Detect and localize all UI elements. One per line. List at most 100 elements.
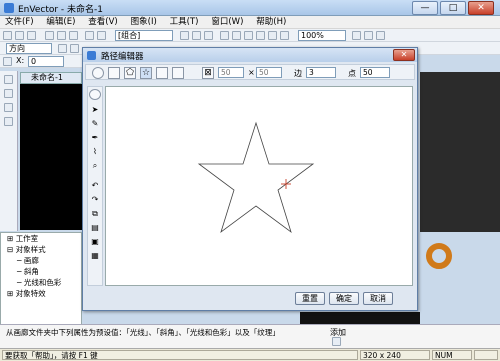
save-icon[interactable] xyxy=(27,31,36,40)
width-input[interactable]: 50 xyxy=(218,67,244,78)
tree-item[interactable]: ⊟ 对象样式 xyxy=(1,244,81,255)
dialog-close-button[interactable]: ✕ xyxy=(393,49,415,61)
menu-view[interactable]: 查看(V) xyxy=(83,16,122,29)
x-input[interactable]: 0 xyxy=(28,56,64,67)
menu-edit[interactable]: 编辑(E) xyxy=(41,16,80,29)
tree-item[interactable]: ⊞ 对象特效 xyxy=(1,288,81,299)
status-num: NUM xyxy=(432,350,472,360)
path-tool-icon[interactable] xyxy=(4,103,13,112)
point-input[interactable]: 50 xyxy=(360,67,390,78)
layer-up-icon[interactable] xyxy=(244,31,253,40)
ok-button[interactable]: 确定 xyxy=(329,292,359,305)
size-lock-icon[interactable]: ⊠ xyxy=(202,67,214,79)
minimize-button[interactable]: — xyxy=(412,1,438,15)
redo-icon[interactable] xyxy=(97,31,106,40)
status-size: 320 x 240 xyxy=(360,350,430,360)
grid-shape-icon[interactable] xyxy=(156,67,168,79)
open-tool-icon[interactable]: ▦ xyxy=(89,249,101,260)
tree-item[interactable]: ─ 光线和色彩 xyxy=(1,277,81,288)
print-icon[interactable] xyxy=(220,31,229,40)
shape-toolbar: ⬠ ☆ ⊠ 50 × 50 边 3 点 50 xyxy=(85,64,415,80)
tree-item[interactable]: ─ 画廊 xyxy=(1,255,81,266)
donut-thumbnail[interactable] xyxy=(426,240,452,276)
ellipse-shape-icon[interactable] xyxy=(92,67,104,79)
reset-button[interactable]: 重置 xyxy=(295,292,325,305)
zoom-in-icon[interactable] xyxy=(280,31,289,40)
path-canvas[interactable] xyxy=(105,86,413,286)
zoom-combo[interactable]: 100% xyxy=(298,30,346,41)
pen-tool-icon[interactable]: ✒ xyxy=(89,131,101,142)
close-button[interactable]: ✕ xyxy=(468,1,494,15)
pointer-tool-icon[interactable]: ➤ xyxy=(89,103,101,114)
status-bar: 要获取「帮助」，请按 F1 键 320 x 240 NUM xyxy=(0,348,500,361)
node-tool-icon[interactable]: ✎ xyxy=(89,117,101,128)
main-toolbar: [组合] 100% xyxy=(0,29,500,42)
dialog-icon xyxy=(87,51,96,60)
direction-combo[interactable]: 方向 xyxy=(6,43,52,54)
cut-icon[interactable] xyxy=(45,31,54,40)
x-label: X: xyxy=(16,56,25,65)
status-help: 要获取「帮助」，请按 F1 键 xyxy=(2,350,358,360)
redo-tool-icon[interactable]: ↷ xyxy=(89,193,101,204)
grid-icon[interactable] xyxy=(268,31,277,40)
paste-tool-icon[interactable]: ▤ xyxy=(89,221,101,232)
transform-icon[interactable] xyxy=(180,31,189,40)
polygon-shape-icon[interactable]: ⬠ xyxy=(124,67,136,79)
add-icon[interactable] xyxy=(332,337,341,346)
lock-icon[interactable] xyxy=(3,57,12,66)
rectangle-shape-icon[interactable] xyxy=(108,67,120,79)
left-tool-strip xyxy=(0,71,18,231)
window-title: EnVector - 未命名-1 xyxy=(18,5,104,15)
zoom-tool-icon[interactable] xyxy=(352,31,361,40)
status-blank xyxy=(474,350,498,360)
paste-icon[interactable] xyxy=(69,31,78,40)
open-icon[interactable] xyxy=(15,31,24,40)
ellipse-tool-icon[interactable] xyxy=(89,89,101,100)
info-text: 从画廊文件夹中下列属性为预设值：「光线」、「斜角」、「光线和色彩」以及「纹理」 xyxy=(6,328,280,337)
app-icon xyxy=(4,3,14,13)
cancel-button[interactable]: 取消 xyxy=(363,292,393,305)
layer-icon[interactable] xyxy=(232,31,241,40)
document-tab[interactable]: 未命名-1 xyxy=(20,72,82,84)
workspace-right xyxy=(420,72,500,269)
bezier-tool-icon[interactable]: ⌇ xyxy=(89,145,101,156)
dialog-title-bar: 路径编辑器 ✕ xyxy=(83,48,417,62)
image-tool-icon[interactable] xyxy=(4,89,13,98)
maximize-button[interactable]: □ xyxy=(440,1,466,15)
info-bar: 从画廊文件夹中下列属性为预设值：「光线」、「斜角」、「光线和色彩」以及「纹理」 … xyxy=(0,324,500,348)
menu-tools[interactable]: 工具(T) xyxy=(165,16,204,29)
zoom-out-icon[interactable] xyxy=(364,31,373,40)
menu-image[interactable]: 图象(I) xyxy=(126,16,162,29)
hand-icon[interactable] xyxy=(192,31,201,40)
layer-down-icon[interactable] xyxy=(256,31,265,40)
rotate-icon[interactable] xyxy=(70,44,79,53)
tree-item[interactable]: ⊞ 工作室 xyxy=(1,233,81,244)
star-drawing[interactable] xyxy=(106,87,412,285)
document-canvas[interactable] xyxy=(20,72,82,230)
undo-icon[interactable] xyxy=(85,31,94,40)
tree-item[interactable]: ─ 斜角 xyxy=(1,266,81,277)
frame-shape-icon[interactable] xyxy=(172,67,184,79)
copy-tool-icon[interactable]: ⧉ xyxy=(89,207,101,218)
menu-help[interactable]: 帮助(H) xyxy=(251,16,291,29)
magnify-tool-icon[interactable] xyxy=(4,117,13,126)
align-icon[interactable] xyxy=(204,31,213,40)
path-editor-dialog: 路径编辑器 ✕ ⬠ ☆ ⊠ 50 × 50 边 3 点 50 ➤ ✎ ✒ ⌇ ⌕… xyxy=(82,47,418,311)
edge-label: 边 xyxy=(294,69,302,78)
text-tool-icon[interactable] xyxy=(4,75,13,84)
new-icon[interactable] xyxy=(3,31,12,40)
path-tool-column: ➤ ✎ ✒ ⌇ ⌕ ↶ ↷ ⧉ ▤ ▣ ▦ xyxy=(87,86,103,286)
zoom-tool-icon[interactable]: ⌕ xyxy=(89,159,101,170)
height-input[interactable]: 50 xyxy=(256,67,282,78)
group-combo[interactable]: [组合] xyxy=(115,30,173,41)
menu-window[interactable]: 窗口(W) xyxy=(206,16,248,29)
save-tool-icon[interactable]: ▣ xyxy=(89,235,101,246)
gallery-strip[interactable] xyxy=(300,312,420,324)
menu-file[interactable]: 文件(F) xyxy=(0,16,39,29)
undo-tool-icon[interactable]: ↶ xyxy=(89,179,101,190)
flip-icon[interactable] xyxy=(58,44,67,53)
copy-icon[interactable] xyxy=(57,31,66,40)
star-shape-icon[interactable]: ☆ xyxy=(140,67,152,79)
help-icon[interactable] xyxy=(376,31,385,40)
edge-input[interactable]: 3 xyxy=(306,67,336,78)
